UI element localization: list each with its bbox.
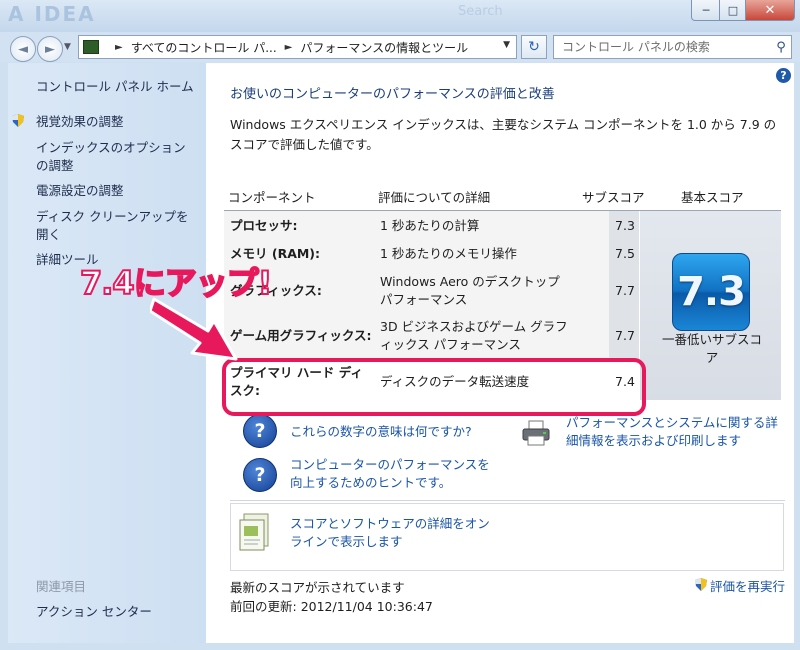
divider [230, 500, 785, 501]
table-row-detail: 1 秒あたりの計算 [380, 218, 480, 233]
what-numbers-mean-link[interactable]: これらの数字の意味は何ですか? [290, 423, 472, 441]
help-question-icon: ? [243, 458, 277, 492]
sidebar-home-link[interactable]: コントロール パネル ホーム [36, 78, 206, 96]
software-details-link[interactable]: スコアとソフトウェアの詳細をオンラインで表示します [290, 515, 500, 551]
search-icon[interactable]: ⚲ [771, 40, 791, 55]
table-row-component: ゲーム用グラフィックス: [230, 328, 372, 343]
column-header-subscore: サブスコア [582, 190, 645, 205]
rerun-assessment-link[interactable]: 評価を再実行 [710, 578, 785, 596]
print-details-link[interactable]: パフォーマンスとシステムに関する詳細情報を表示および印刷します [566, 414, 784, 450]
sidebar-related-heading: 関連項目 [36, 579, 87, 594]
base-score-badge: 7.3 [672, 253, 750, 331]
base-score-value: 7.3 [677, 269, 746, 315]
table-row-subscore: 7.7 [615, 283, 635, 298]
sidebar-item-indexing-options[interactable]: インデックスのオプションの調整 [36, 139, 198, 175]
minimize-button[interactable]: ─ [691, 0, 721, 21]
maximize-button[interactable]: □ [719, 0, 747, 21]
back-button[interactable]: ◄ [10, 36, 36, 62]
last-updated-label: 前回の更新: [230, 599, 297, 614]
sidebar-item-disk-cleanup[interactable]: ディスク クリーンアップを開く [36, 208, 198, 244]
control-panel-icon [83, 40, 99, 54]
close-button[interactable]: ✕ [745, 0, 795, 21]
improve-tips-link[interactable]: コンピューターのパフォーマンスを向上するためのヒントです。 [290, 456, 500, 492]
recent-pages-dropdown-icon[interactable]: ▼ [64, 42, 71, 52]
uac-shield-icon [12, 114, 24, 127]
table-row-subscore: 7.7 [615, 328, 635, 343]
address-dropdown-icon[interactable]: ▼ [503, 40, 510, 50]
forward-arrow-icon: ► [45, 41, 55, 57]
breadcrumb-all-control-panel[interactable]: すべてのコントロール パ... [131, 39, 277, 56]
sidebar-item-power-settings[interactable]: 電源設定の調整 [36, 182, 206, 200]
column-header-basescore: 基本スコア [681, 190, 744, 205]
page-title: お使いのコンピューターのパフォーマンスの評価と改善 [230, 87, 555, 102]
chevron-right-icon: ► [115, 41, 123, 53]
table-row-subscore: 7.3 [615, 218, 635, 233]
uac-shield-icon [695, 578, 707, 591]
breadcrumb-performance[interactable]: パフォーマンスの情報とツール [300, 39, 468, 56]
column-header-detail: 評価についての詳細 [378, 190, 491, 205]
help-question-icon: ? [243, 414, 277, 448]
search-box[interactable]: ⚲ [553, 35, 792, 59]
base-score-caption: 一番低いサブスコア [662, 332, 763, 365]
column-header-component: コンポーネント [228, 190, 316, 205]
table-row-detail: Windows Aero のデスクトップ パフォーマンス [380, 274, 560, 307]
search-input[interactable] [560, 39, 771, 55]
annotation-highlight-box [222, 358, 646, 416]
last-updated-status: 前回の更新: 2012/11/04 10:36:47 [230, 596, 433, 615]
table-row-detail: 1 秒あたりのメモリ操作 [380, 246, 517, 261]
refresh-button[interactable]: ↻ [521, 35, 547, 59]
window-titlebar [0, 0, 800, 32]
table-row-component: プロセッサ: [230, 218, 298, 233]
software-document-icon [239, 513, 269, 551]
title-search-watermark: Search [458, 4, 503, 19]
table-header: コンポーネント 評価についての詳細 サブスコア 基本スコア [224, 180, 781, 211]
latest-score-status: 最新のスコアが示されています [230, 580, 405, 595]
address-box[interactable]: ► すべてのコントロール パ... ► パフォーマンスの情報とツール ▼ [78, 35, 517, 59]
back-arrow-icon: ◄ [18, 41, 28, 57]
table-row-detail: 3D ビジネスおよびゲーム グラフィックス パフォーマンス [380, 319, 568, 352]
page-description: Windows エクスペリエンス インデックスは、主要なシステム コンポーネント… [230, 117, 777, 152]
printer-icon [522, 420, 550, 446]
forward-button[interactable]: ► [37, 36, 63, 62]
title-watermark: A IDEA [8, 2, 96, 26]
table-row-subscore: 7.5 [615, 246, 635, 261]
sidebar-item-action-center[interactable]: アクション センター [36, 603, 206, 621]
refresh-icon: ↻ [528, 39, 540, 55]
chevron-right-icon: ► [284, 41, 293, 53]
sidebar-item-visual-effects[interactable]: 視覚効果の調整 [36, 113, 206, 131]
help-icon[interactable]: ? [776, 68, 791, 83]
last-updated-value: 2012/11/04 10:36:47 [300, 599, 433, 614]
annotation-text: 7.4にアップ! [79, 263, 273, 303]
